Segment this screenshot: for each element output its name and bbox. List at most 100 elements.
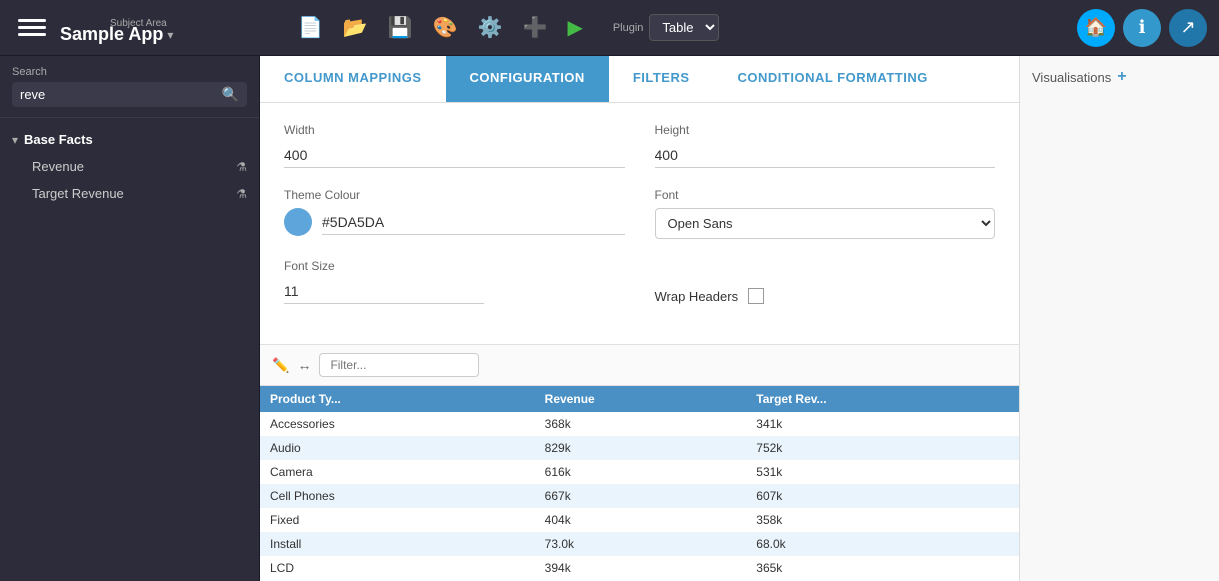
form-row-dimensions: Width Height xyxy=(284,123,995,168)
search-input-row: 🔍 xyxy=(12,82,247,107)
app-dropdown-icon[interactable]: ▾ xyxy=(167,28,173,42)
hamburger-menu-button[interactable] xyxy=(12,10,52,46)
search-icon[interactable]: 🔍 xyxy=(222,86,239,103)
add-button[interactable]: ➕ xyxy=(517,11,554,44)
font-group: Font Open Sans Arial Times New Roman Ver… xyxy=(655,188,996,239)
form-row-theme-font: Theme Colour Font Open Sans Arial Times … xyxy=(284,188,995,239)
sidebar-item-label: Revenue xyxy=(32,159,84,174)
info-button[interactable]: ℹ xyxy=(1123,9,1161,47)
palette-button[interactable]: 🎨 xyxy=(427,11,464,44)
theme-colour-label: Theme Colour xyxy=(284,188,625,202)
font-size-input[interactable] xyxy=(284,279,484,304)
table-cell: 667k xyxy=(535,484,747,508)
tab-conditional-formatting[interactable]: CONDITIONAL FORMATTING xyxy=(714,56,952,102)
height-input[interactable] xyxy=(655,143,996,168)
config-panel: Width Height Theme Colour Font xyxy=(260,103,1019,344)
table-header-row: Product Ty... Revenue Target Rev... xyxy=(260,386,1019,412)
wrap-headers-label: Wrap Headers xyxy=(655,289,739,304)
table-preview: ✏️ ↔ Product Ty... Revenue Target Rev...… xyxy=(260,344,1019,581)
search-area: Search 🔍 xyxy=(0,56,259,118)
wrap-headers-group: Wrap Headers xyxy=(655,259,996,304)
subject-area-container: Subject Area Sample App ▾ xyxy=(60,10,173,45)
settings-button[interactable]: ⚙️ xyxy=(472,11,509,44)
vis-sidebar: Visualisations + xyxy=(1019,56,1219,581)
font-size-label: Font Size xyxy=(284,259,625,273)
search-input[interactable] xyxy=(20,87,216,102)
subject-area-label: Subject Area xyxy=(110,18,167,29)
table-cell: 341k xyxy=(746,412,1019,436)
table-cell: 68.0k xyxy=(746,532,1019,556)
visualisations-label: Visualisations xyxy=(1032,70,1111,85)
table-cell: 73.0k xyxy=(535,532,747,556)
table-row[interactable]: Cell Phones667k607k xyxy=(260,484,1019,508)
table-cell: 358k xyxy=(746,508,1019,532)
plugin-label: Plugin xyxy=(613,22,644,34)
tab-filters[interactable]: FILTERS xyxy=(609,56,714,102)
hamburger-icon xyxy=(18,14,46,42)
width-input[interactable] xyxy=(284,143,625,168)
table-cell: 531k xyxy=(746,460,1019,484)
sidebar: Search 🔍 ▾ Base Facts Revenue ⚗ Target R… xyxy=(0,56,260,581)
new-doc-button[interactable]: 📄 xyxy=(292,11,329,44)
table-row[interactable]: Audio829k752k xyxy=(260,436,1019,460)
save-button[interactable]: 💾 xyxy=(382,11,419,44)
table-cell: 365k xyxy=(746,556,1019,580)
add-visualisation-button[interactable]: + xyxy=(1117,68,1126,86)
share-button[interactable]: ↗ xyxy=(1169,9,1207,47)
table-cell: Audio xyxy=(260,436,535,460)
table-row[interactable]: LCD394k365k xyxy=(260,556,1019,580)
filter-icon[interactable]: ⚗ xyxy=(236,160,247,174)
table-cell: Cell Phones xyxy=(260,484,535,508)
table-row[interactable]: Install73.0k68.0k xyxy=(260,532,1019,556)
font-size-group: Font Size xyxy=(284,259,625,304)
play-button[interactable]: ▶ xyxy=(561,11,588,44)
table-cell: LCD xyxy=(260,556,535,580)
col-revenue[interactable]: Revenue xyxy=(535,386,747,412)
table-cell: Install xyxy=(260,532,535,556)
sidebar-item-revenue[interactable]: Revenue ⚗ xyxy=(0,153,259,180)
sidebar-section-base-facts: ▾ Base Facts Revenue ⚗ Target Revenue ⚗ xyxy=(0,118,259,215)
home-button[interactable]: 🏠 xyxy=(1077,9,1115,47)
table-cell: 368k xyxy=(535,412,747,436)
arrows-icon[interactable]: ↔ xyxy=(297,357,311,373)
topbar: Subject Area Sample App ▾ 📄 📂 💾 🎨 ⚙️ ➕ ▶… xyxy=(0,0,1219,56)
content-area: COLUMN MAPPINGS CONFIGURATION FILTERS CO… xyxy=(260,56,1019,581)
table-cell: 829k xyxy=(535,436,747,460)
data-table: Product Ty... Revenue Target Rev... Acce… xyxy=(260,386,1019,580)
folder-button[interactable]: 📂 xyxy=(337,11,374,44)
table-cell: Camera xyxy=(260,460,535,484)
tab-column-mappings[interactable]: COLUMN MAPPINGS xyxy=(260,56,446,102)
col-target-revenue[interactable]: Target Rev... xyxy=(746,386,1019,412)
filter-icon[interactable]: ⚗ xyxy=(236,187,247,201)
tab-configuration[interactable]: CONFIGURATION xyxy=(446,56,609,102)
base-facts-header[interactable]: ▾ Base Facts xyxy=(0,126,259,153)
height-group: Height xyxy=(655,123,996,168)
colour-swatch[interactable] xyxy=(284,208,312,236)
main-layout: Search 🔍 ▾ Base Facts Revenue ⚗ Target R… xyxy=(0,56,1219,581)
table-cell: Fixed xyxy=(260,508,535,532)
form-row-fontsize-wrap: Font Size Wrap Headers xyxy=(284,259,995,304)
filter-input[interactable] xyxy=(319,353,479,377)
table-row[interactable]: Camera616k531k xyxy=(260,460,1019,484)
topbar-right: 🏠 ℹ ↗ xyxy=(1077,9,1207,47)
table-row[interactable]: Fixed404k358k xyxy=(260,508,1019,532)
edit-icon[interactable]: ✏️ xyxy=(272,357,289,374)
sidebar-item-target-revenue[interactable]: Target Revenue ⚗ xyxy=(0,180,259,207)
sidebar-item-label: Target Revenue xyxy=(32,186,124,201)
topbar-left: Subject Area Sample App ▾ xyxy=(12,10,272,46)
chevron-down-icon: ▾ xyxy=(12,133,18,147)
theme-colour-row xyxy=(284,208,625,236)
theme-colour-input[interactable] xyxy=(322,210,625,235)
tabs: COLUMN MAPPINGS CONFIGURATION FILTERS CO… xyxy=(260,56,1019,103)
table-cell: 607k xyxy=(746,484,1019,508)
wrap-headers-checkbox[interactable] xyxy=(748,288,764,304)
width-label: Width xyxy=(284,123,625,137)
search-label: Search xyxy=(12,66,247,78)
col-product-type[interactable]: Product Ty... xyxy=(260,386,535,412)
font-select[interactable]: Open Sans Arial Times New Roman Verdana xyxy=(655,208,996,239)
width-group: Width xyxy=(284,123,625,168)
table-row[interactable]: Accessories368k341k xyxy=(260,412,1019,436)
height-label: Height xyxy=(655,123,996,137)
table-cell: Accessories xyxy=(260,412,535,436)
plugin-select[interactable]: Table xyxy=(649,14,719,41)
